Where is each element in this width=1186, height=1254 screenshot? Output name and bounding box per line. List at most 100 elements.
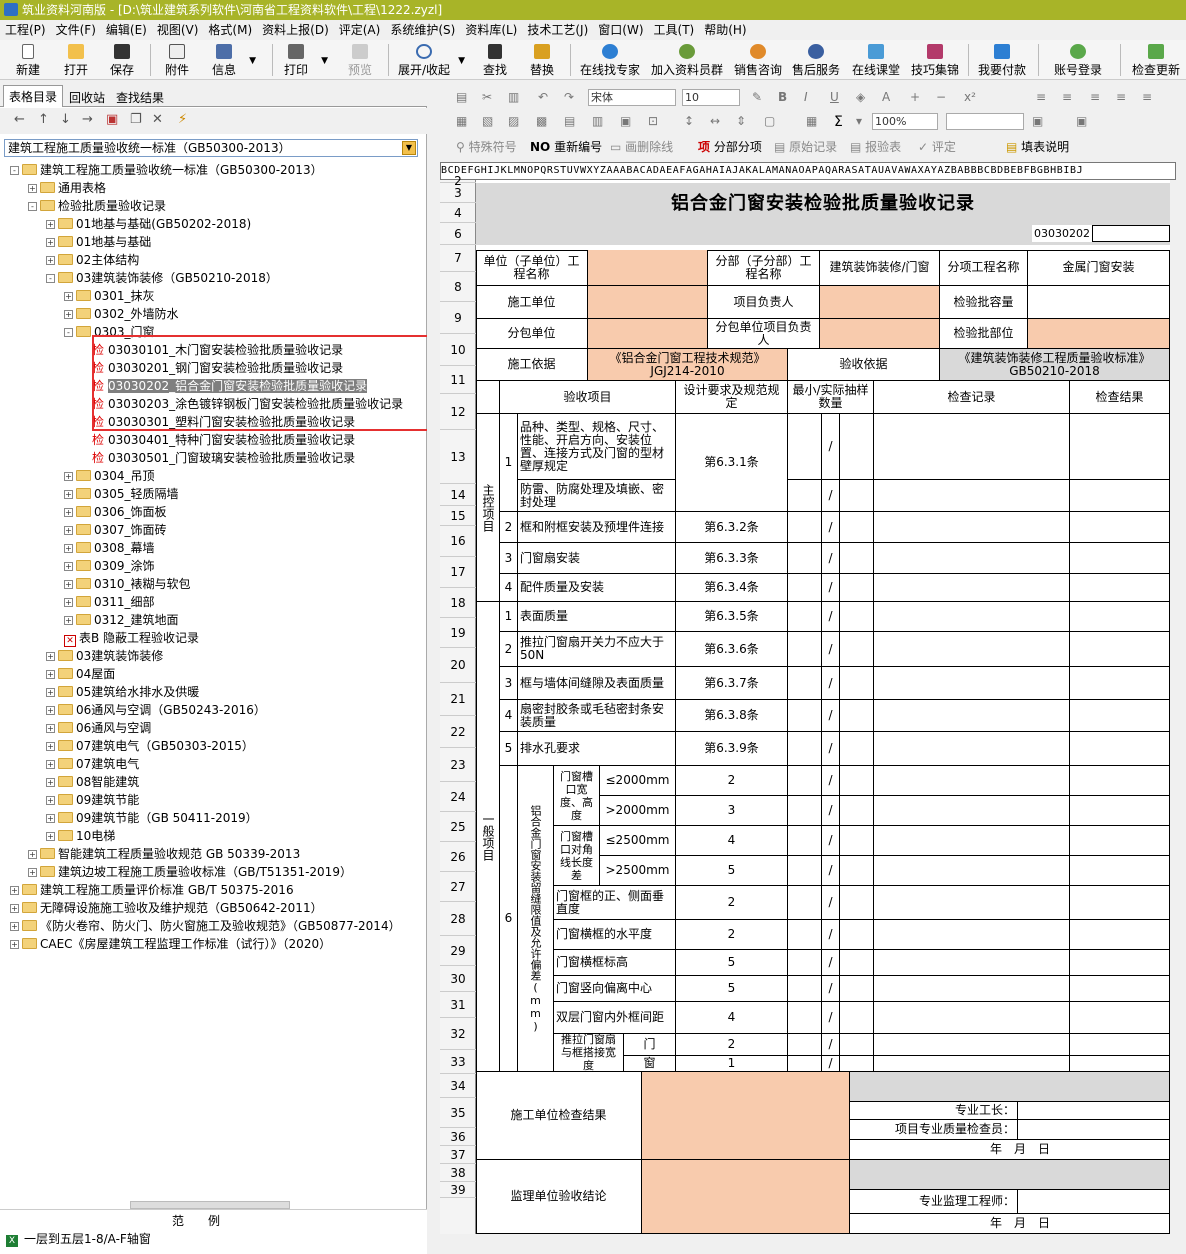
min-input[interactable] bbox=[788, 920, 822, 950]
record-input[interactable] bbox=[874, 667, 1070, 700]
row-number[interactable]: 8 bbox=[440, 272, 476, 302]
tree-node[interactable]: + 无障碍设施施工验收及维护规范（GB50642-2011） bbox=[10, 899, 323, 917]
row-number[interactable]: 38 bbox=[440, 1164, 476, 1182]
min-input[interactable] bbox=[788, 414, 822, 480]
record-input[interactable] bbox=[874, 543, 1070, 574]
tree-node[interactable]: +0311_细部 bbox=[64, 593, 155, 611]
tree-node[interactable]: +0305_轻质隔墙 bbox=[64, 485, 179, 503]
bottom-scrollbar[interactable] bbox=[440, 1236, 1186, 1254]
insert-row-icon[interactable]: ▨ bbox=[508, 114, 519, 128]
actual-input[interactable] bbox=[840, 796, 874, 826]
renumber-button[interactable]: NO 重新编号 bbox=[530, 138, 602, 155]
evaluate-button[interactable]: ✓ 评定 bbox=[918, 138, 956, 155]
new-button[interactable]: 新建 bbox=[8, 42, 48, 78]
tree-node[interactable]: +10电梯 bbox=[46, 827, 115, 845]
row-number[interactable]: 18 bbox=[440, 588, 476, 618]
expand-icon[interactable]: + bbox=[64, 544, 73, 553]
record-input[interactable] bbox=[874, 414, 1070, 480]
zoom-out-icon[interactable]: − bbox=[936, 90, 946, 104]
min-input[interactable] bbox=[788, 856, 822, 886]
tree-node[interactable]: +03建筑装饰装修 bbox=[46, 647, 163, 665]
record-input[interactable] bbox=[874, 976, 1070, 1002]
expand-icon[interactable]: + bbox=[46, 724, 55, 733]
record-input[interactable] bbox=[874, 950, 1070, 976]
line-style-select[interactable] bbox=[946, 113, 1024, 130]
menu-library[interactable]: 资料库(L) bbox=[460, 20, 522, 40]
actual-input[interactable] bbox=[840, 976, 874, 1002]
result-input[interactable] bbox=[1070, 1034, 1170, 1056]
col-width-icon[interactable]: ↔ bbox=[710, 114, 720, 128]
code-input[interactable] bbox=[1092, 225, 1170, 242]
font-color-icon[interactable]: A bbox=[882, 90, 890, 104]
row-number[interactable]: 26 bbox=[440, 842, 476, 872]
online-class-button[interactable]: 在线课堂 bbox=[848, 42, 904, 78]
inspector-input[interactable] bbox=[1018, 1120, 1170, 1140]
brush-icon[interactable]: ✎ bbox=[752, 90, 762, 104]
tree-node[interactable]: +0309_涂饰 bbox=[64, 557, 155, 575]
join-group-button[interactable]: 加入资料员群 bbox=[648, 42, 726, 78]
record-input[interactable] bbox=[874, 512, 1070, 543]
expand-icon[interactable]: + bbox=[64, 292, 73, 301]
row-number[interactable]: 32 bbox=[440, 1018, 476, 1050]
record-input[interactable] bbox=[874, 920, 1070, 950]
menu-system[interactable]: 系统维护(S) bbox=[385, 20, 460, 40]
record-input[interactable] bbox=[874, 602, 1070, 632]
constr-input[interactable] bbox=[588, 286, 708, 319]
arrow-right-icon[interactable]: → bbox=[82, 112, 93, 127]
min-input[interactable] bbox=[788, 602, 822, 632]
record-input[interactable] bbox=[874, 1034, 1070, 1056]
actual-input[interactable] bbox=[840, 826, 874, 856]
border-icon[interactable]: ▢ bbox=[764, 114, 775, 128]
record-input[interactable] bbox=[874, 574, 1070, 602]
collapse-icon[interactable]: - bbox=[46, 274, 55, 283]
min-input[interactable] bbox=[788, 512, 822, 543]
expand-icon[interactable]: + bbox=[64, 526, 73, 535]
tree-node[interactable]: +04屋面 bbox=[46, 665, 115, 683]
subitem-button[interactable]: 项 分部分项 bbox=[698, 138, 762, 155]
expand-icon[interactable]: + bbox=[46, 796, 55, 805]
result-input[interactable] bbox=[1070, 796, 1170, 826]
supervisor-input[interactable] bbox=[1018, 1190, 1170, 1214]
min-input[interactable] bbox=[788, 826, 822, 856]
row-number[interactable]: 24 bbox=[440, 782, 476, 812]
tree-node[interactable]: +06通风与空调 bbox=[46, 719, 151, 737]
row-number[interactable]: 7 bbox=[440, 245, 476, 272]
tree-node[interactable]: + 通用表格 bbox=[28, 179, 106, 197]
actual-input[interactable] bbox=[840, 886, 874, 920]
dropdown-arrow-icon[interactable]: ▾ bbox=[856, 114, 862, 128]
row-number[interactable]: 15 bbox=[440, 506, 476, 526]
border-style-icon[interactable]: ▣ bbox=[1032, 114, 1043, 128]
row-number[interactable]: 34 bbox=[440, 1074, 476, 1098]
actual-input[interactable] bbox=[840, 512, 874, 543]
record-input[interactable] bbox=[874, 826, 1070, 856]
dropdown-arrow-icon[interactable]: ▼ bbox=[321, 56, 328, 66]
actual-input[interactable] bbox=[840, 574, 874, 602]
row-number[interactable]: 13 bbox=[440, 430, 476, 484]
part-value[interactable]: 建筑装饰装修/门窗 bbox=[820, 250, 940, 286]
row-number[interactable]: 16 bbox=[440, 526, 476, 557]
expand-icon[interactable]: + bbox=[46, 256, 55, 265]
justify-icon[interactable]: ≡ bbox=[1116, 90, 1126, 104]
menu-project[interactable]: 工程(P) bbox=[0, 20, 51, 40]
vertical-scrollbar[interactable] bbox=[1176, 162, 1186, 1234]
min-input[interactable] bbox=[788, 1002, 822, 1034]
cut-icon[interactable]: ✂ bbox=[482, 90, 492, 104]
record-input[interactable] bbox=[874, 886, 1070, 920]
paste-icon[interactable]: ▤ bbox=[456, 90, 467, 104]
row-number[interactable]: 10 bbox=[440, 334, 476, 366]
min-input[interactable] bbox=[788, 574, 822, 602]
expand-icon[interactable]: + bbox=[64, 508, 73, 517]
result-input[interactable] bbox=[1070, 1056, 1170, 1072]
expand-icon[interactable]: + bbox=[28, 184, 37, 193]
standard-select[interactable]: 建筑工程施工质量验收统一标准（GB50300-2013） ▼ bbox=[4, 139, 418, 157]
special-symbol-button[interactable]: ⚲ 特殊符号 bbox=[456, 138, 517, 155]
arrow-down-icon[interactable]: ↓ bbox=[60, 112, 71, 127]
pos-input[interactable] bbox=[1028, 319, 1170, 349]
align-left-icon[interactable]: ≡ bbox=[1036, 90, 1046, 104]
expand-icon[interactable]: + bbox=[10, 886, 19, 895]
record-input[interactable] bbox=[874, 732, 1070, 766]
min-input[interactable] bbox=[788, 632, 822, 667]
actual-input[interactable] bbox=[840, 1056, 874, 1072]
font-select[interactable]: 宋体 bbox=[588, 89, 676, 106]
align-center-icon[interactable]: ≡ bbox=[1062, 90, 1072, 104]
